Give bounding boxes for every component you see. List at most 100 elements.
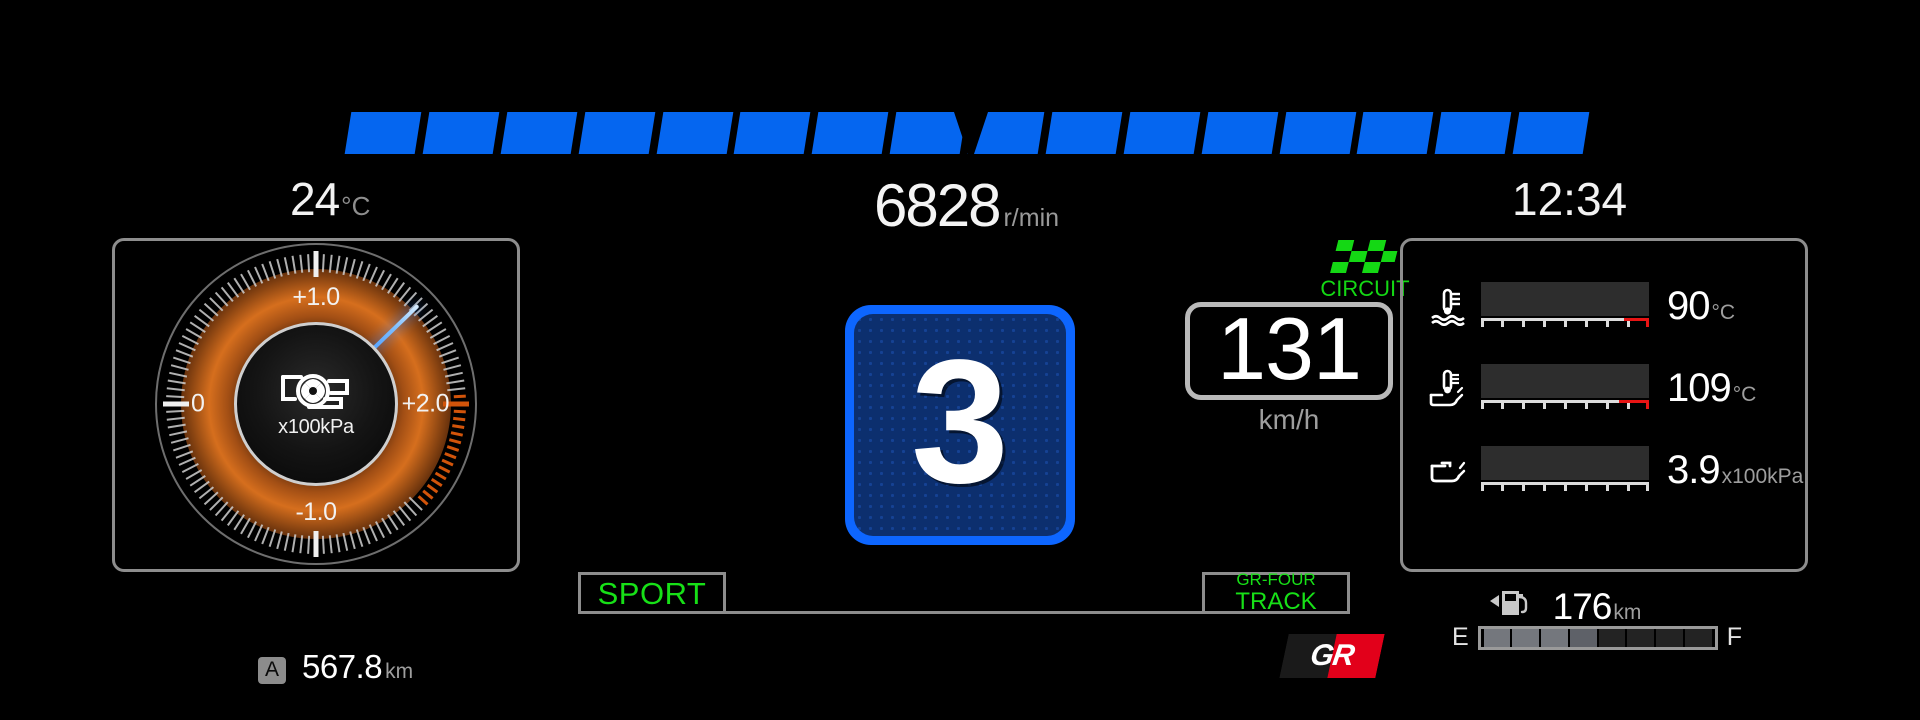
rpm-readout: 6828 r/min: [874, 176, 1059, 236]
oil-pressure-value: 3.9: [1667, 447, 1721, 492]
gr-logo: GR: [1279, 634, 1385, 678]
oil-temperature-value: 109: [1667, 365, 1732, 410]
tach-segment-10: [1045, 112, 1123, 154]
tach-segment-6: [734, 112, 811, 154]
coolant-temperature-unit: °C: [1711, 300, 1736, 324]
fuel-range-readout: 176km: [1452, 586, 1742, 628]
meter-tick: [1563, 482, 1567, 491]
track-mode-label: TRACK: [1235, 588, 1317, 616]
tach-segment-8: [889, 112, 967, 154]
meter-tick: [1542, 400, 1546, 409]
tach-segment-9: [967, 112, 1045, 154]
tach-segment-12: [1201, 112, 1278, 154]
ambient-temperature: 24°C: [290, 176, 370, 222]
drive-mode-sport-chip[interactable]: SPORT: [578, 572, 726, 614]
meter-tick: [1521, 400, 1525, 409]
fuel-gauge: 176km E F: [1452, 586, 1742, 652]
coolant-meter-scale: [1481, 318, 1649, 330]
gr-four-label: GR-FOUR: [1236, 570, 1316, 590]
fuel-cell-6: [1627, 628, 1655, 647]
tach-segment-1: [344, 112, 422, 154]
gr-logo-text: GR: [1308, 639, 1356, 672]
vehicle-gauges-panel: 90°C 109°C 3.9x100kPa: [1400, 238, 1808, 572]
meter-tick: [1542, 318, 1546, 327]
oil-temperature-readout: 109°C: [1667, 366, 1756, 411]
meter-tick: [1500, 318, 1504, 327]
tach-segment-11: [1123, 112, 1200, 154]
fuel-level-bar-row: E F: [1452, 623, 1742, 652]
oil-pressure-row: 3.9x100kPa: [1403, 429, 1805, 511]
fuel-range-value: 176: [1552, 586, 1613, 627]
tachometer-bar: [344, 112, 1590, 154]
oil-pressure-icon: [1425, 450, 1471, 490]
fuel-cell-3: [1541, 628, 1568, 647]
meter-tick: [1542, 482, 1546, 491]
fuel-cell-4: [1569, 628, 1597, 647]
fuel-cell-8: [1684, 628, 1712, 647]
gr-four-track-chip[interactable]: GR-FOUR TRACK: [1202, 570, 1350, 616]
oil-temp-meter-scale: [1481, 400, 1649, 412]
fuel-empty-label: E: [1452, 623, 1469, 651]
tach-segment-3: [500, 112, 577, 154]
meter-tick: [1481, 318, 1484, 327]
checkered-flag-icon: [1330, 240, 1398, 273]
meter-tick: [1481, 482, 1484, 491]
trip-value: 567.8: [302, 648, 383, 685]
meter-tick: [1500, 400, 1504, 409]
tach-segment-5: [656, 112, 733, 154]
tach-segment-13: [1279, 112, 1356, 154]
gear-value: 3: [911, 323, 1009, 520]
fuel-cell-5: [1598, 628, 1626, 647]
trip-badge: A: [258, 656, 286, 684]
boost-unit-label: x100kPa: [278, 416, 354, 438]
turbocharger-icon: [281, 374, 349, 409]
meter-tick: [1605, 318, 1609, 327]
speed-display: 131: [1185, 302, 1393, 400]
fuel-level-bar: [1477, 625, 1718, 650]
meter-redzone-end-tick: [1646, 400, 1649, 409]
speed-value: 131: [1217, 299, 1362, 398]
meter-tick: [1584, 318, 1588, 327]
tach-segment-7: [811, 112, 889, 154]
meter-redzone: [1618, 400, 1649, 403]
meter-tick: [1481, 400, 1484, 409]
boost-label-zero: 0: [191, 389, 205, 418]
coolant-temperature-value: 90: [1667, 283, 1710, 328]
oil-pressure-unit: x100kPa: [1721, 464, 1804, 488]
coolant-temperature-readout: 90°C: [1667, 284, 1735, 329]
meter-tick: [1605, 400, 1609, 409]
boost-label-plus-one: +1.0: [292, 283, 340, 311]
speed-unit: km/h: [1258, 404, 1320, 435]
trip-unit: km: [385, 660, 414, 683]
meter-tick: [1521, 482, 1525, 491]
tach-segment-15: [1434, 112, 1512, 154]
oil-temp-icon: [1425, 368, 1471, 408]
meter-tick: [1646, 482, 1649, 491]
fuel-cell-7: [1656, 628, 1683, 647]
tach-segment-14: [1357, 112, 1434, 154]
rpm-unit: r/min: [1003, 204, 1060, 232]
coolant-temperature-row: 90°C: [1403, 265, 1805, 347]
coolant-temp-icon: [1425, 286, 1471, 326]
meter-tick: [1584, 482, 1588, 491]
drive-mode-bar: SPORT GR-FOUR TRACK: [578, 570, 1350, 616]
oil-pressure-readout: 3.9x100kPa: [1667, 448, 1803, 493]
meter-tick: [1605, 482, 1609, 491]
meter-tick: [1500, 482, 1504, 491]
meter-tick: [1563, 318, 1567, 327]
oil-pressure-meter-scale: [1481, 482, 1649, 494]
drive-mode-sport-label: SPORT: [597, 575, 707, 611]
boost-gauge-hub: x100kPa: [234, 322, 398, 486]
gear-indicator: 3: [845, 305, 1075, 545]
ambient-temperature-unit: °C: [341, 191, 371, 221]
oil-temperature-row: 109°C: [1403, 347, 1805, 429]
fuel-range-unit: km: [1613, 601, 1642, 624]
tach-segment-2: [422, 112, 500, 154]
boost-label-minus-one: -1.0: [295, 498, 337, 526]
fuel-cell-1: [1483, 628, 1511, 647]
tach-segment-16: [1512, 112, 1590, 154]
meter-tick: [1563, 400, 1567, 409]
instrument-cluster: 24°C 6828 r/min 12:34 x100kPa +1.0 -1.0 …: [0, 0, 1920, 720]
gear-indicator-inner: 3: [854, 314, 1066, 536]
rpm-value: 6828: [874, 172, 1001, 239]
